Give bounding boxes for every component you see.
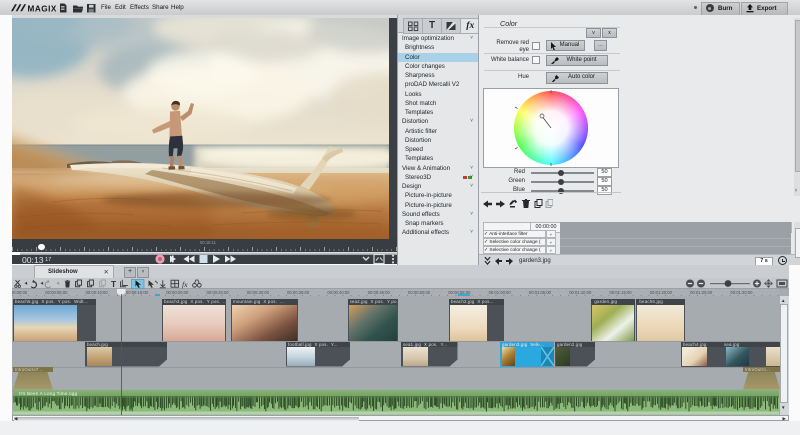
svg-text:fx: fx (182, 280, 188, 289)
svg-text:T: T (111, 279, 117, 289)
svg-text:MAGIX: MAGIX (28, 4, 57, 13)
